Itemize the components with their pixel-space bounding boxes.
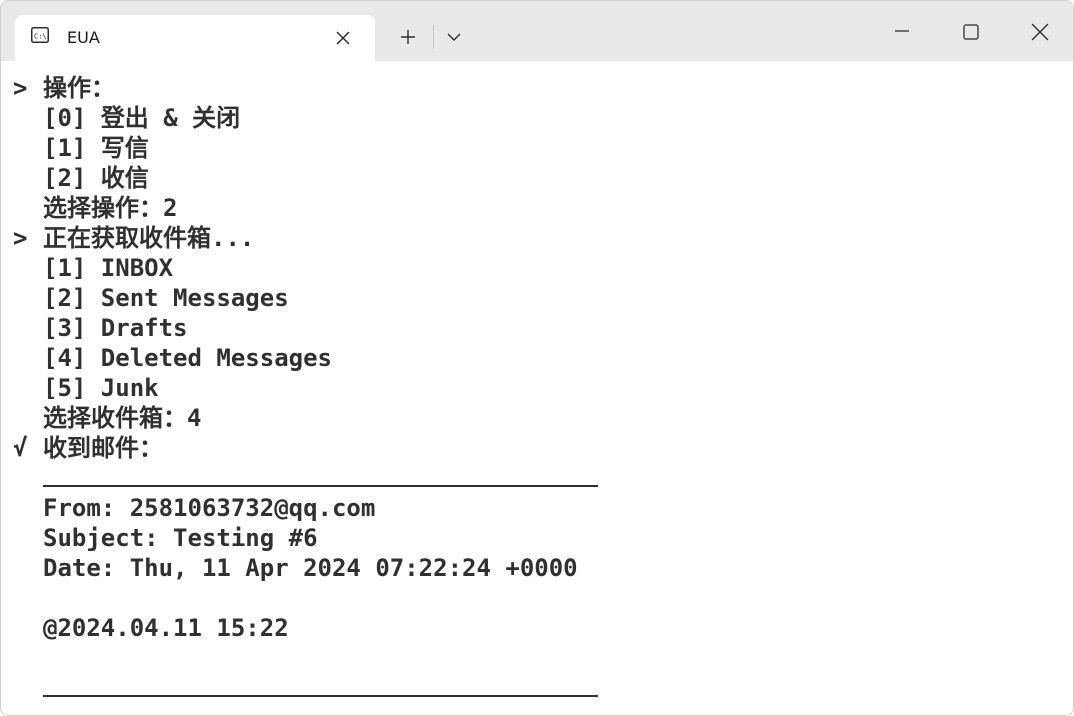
close-icon[interactable] (333, 28, 353, 48)
terminal-line: From: 2581063732@qq.com (13, 493, 1063, 523)
line-text: 正在获取收件箱... (43, 224, 255, 252)
maximize-icon (963, 24, 979, 40)
svg-text:C:\: C:\ (34, 33, 47, 41)
horizontal-rule (43, 695, 598, 697)
terminal-line: [5] Junk (13, 373, 1063, 403)
line-text: 选择收件箱：4 (43, 404, 202, 432)
line-text: [3] Drafts (43, 314, 188, 342)
minimize-button[interactable] (884, 15, 920, 49)
line-text: [2] 收信 (43, 164, 149, 192)
terminal-line: [3] Drafts (13, 313, 1063, 343)
terminal-line: @2024.04.11 15:22 (13, 613, 1063, 643)
plus-icon (401, 30, 415, 44)
terminal-line: 选择操作：2 (13, 193, 1063, 223)
terminal-line: [1] INBOX (13, 253, 1063, 283)
horizontal-rule (43, 485, 598, 487)
line-text: [4] Deleted Messages (43, 344, 332, 372)
terminal-line: [1] 写信 (13, 133, 1063, 163)
terminal-line: > 正在获取收件箱... (13, 223, 1063, 253)
line-text: Date: Thu, 11 Apr 2024 07:22:24 +0000 (43, 554, 578, 582)
terminal-line: √ 收到邮件： (13, 433, 1063, 463)
line-text: [1] INBOX (43, 254, 174, 282)
line-text: [1] 写信 (43, 134, 149, 162)
tab-divider (433, 25, 434, 49)
separator-line (13, 673, 1063, 703)
new-tab-button[interactable] (388, 19, 428, 55)
close-icon (1031, 23, 1049, 41)
terminal-window: C:\ EUA > 操作： [0] 登出 & 关闭 [1] 写信 [2] 收信 … (0, 0, 1074, 716)
line-text: [5] Junk (43, 374, 159, 402)
line-text: 收到邮件： (43, 434, 163, 462)
terminal-icon: C:\ (31, 27, 49, 43)
terminal-line: 选择收件箱：4 (13, 403, 1063, 433)
line-text: From: 2581063732@qq.com (43, 494, 376, 522)
line-text: [2] Sent Messages (43, 284, 289, 312)
terminal-line: > 操作： (13, 73, 1063, 103)
terminal-output[interactable]: > 操作： [0] 登出 & 关闭 [1] 写信 [2] 收信 选择操作：2 > 正… (13, 73, 1063, 713)
separator-line (13, 463, 1063, 493)
prompt-symbol: > (13, 224, 28, 252)
tab-title: EUA (67, 28, 100, 47)
line-text: @2024.04.11 15:22 (43, 614, 289, 642)
terminal-line: [2] Sent Messages (13, 283, 1063, 313)
window-close-button[interactable] (1022, 15, 1058, 49)
terminal-line: Subject: Testing #6 (13, 523, 1063, 553)
terminal-line: Date: Thu, 11 Apr 2024 07:22:24 +0000 (13, 553, 1063, 583)
line-text: 选择操作：2 (43, 194, 178, 222)
line-text: [0] 登出 & 关闭 (43, 104, 241, 132)
prompt-symbol: > (13, 74, 28, 102)
terminal-line: [4] Deleted Messages (13, 343, 1063, 373)
title-bar[interactable]: C:\ EUA (1, 1, 1073, 61)
terminal-line: [2] 收信 (13, 163, 1063, 193)
terminal-line: [0] 登出 & 关闭 (13, 103, 1063, 133)
line-text: 操作： (43, 74, 115, 102)
check-symbol: √ (13, 434, 28, 462)
tab-eua[interactable]: C:\ EUA (15, 15, 375, 61)
maximize-button[interactable] (953, 15, 989, 49)
line-text: Subject: Testing #6 (43, 524, 318, 552)
dropdown-button[interactable] (435, 19, 475, 55)
chevron-down-icon (447, 33, 461, 41)
